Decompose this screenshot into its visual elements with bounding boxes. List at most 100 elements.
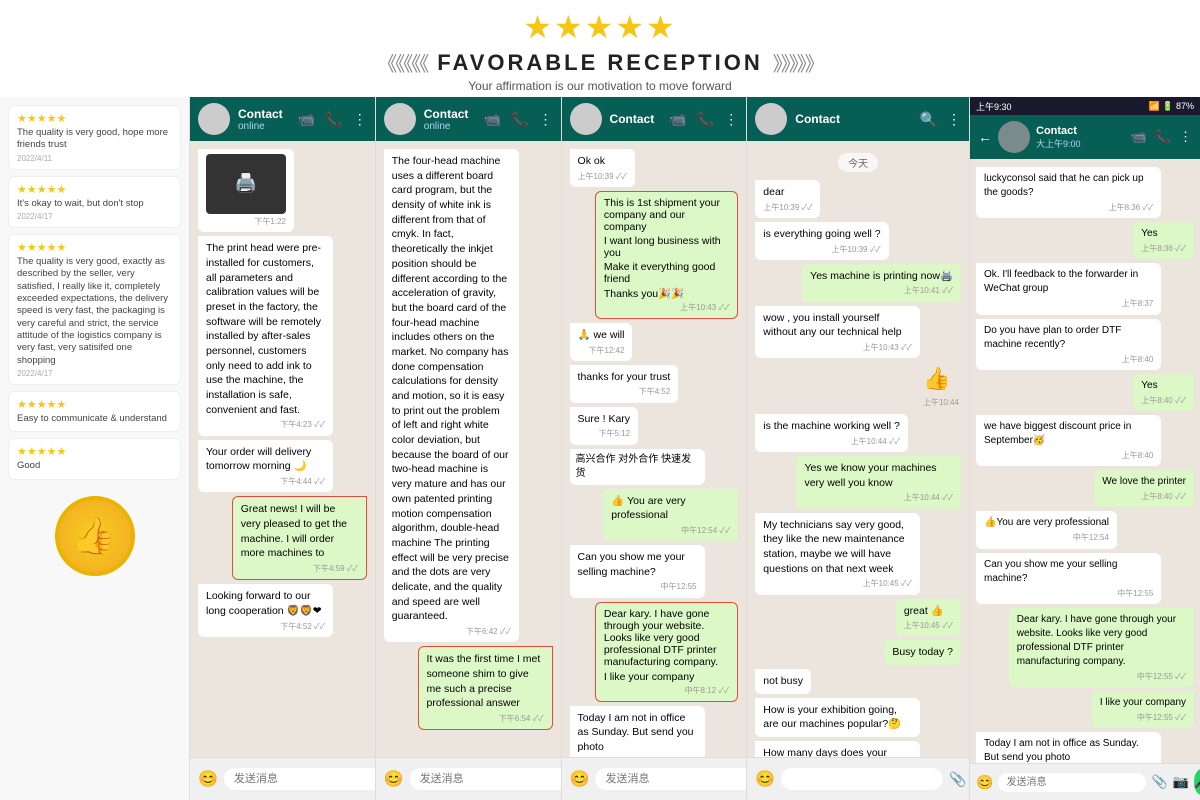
- message-text: Ok ok: [578, 155, 605, 167]
- menu-icon[interactable]: ⋮: [539, 111, 553, 128]
- contact-status: online: [238, 121, 290, 132]
- back-icon[interactable]: ←: [978, 129, 992, 145]
- star-rating: ★★★★★: [0, 8, 1200, 46]
- message-bubble: Ok. I'll feedback to the forwarder in We…: [976, 263, 1161, 314]
- menu-icon[interactable]: ⋮: [353, 111, 367, 128]
- message-input[interactable]: [410, 768, 561, 790]
- send-button[interactable]: 🎤: [1194, 769, 1200, 795]
- video-icon[interactable]: 📹: [298, 111, 315, 128]
- message-text: is the machine working well ?: [763, 420, 900, 432]
- message-text: Busy today ?: [892, 646, 953, 658]
- message-text: How is your exhibition going, are our ma…: [763, 704, 901, 731]
- review-item: ★★★★★ Easy to communicate & understand: [8, 391, 181, 432]
- call-icon[interactable]: 📞: [511, 111, 528, 128]
- message-bubble: Can you show me your selling machine? 中午…: [976, 553, 1161, 604]
- chat-header-info: Contact 大上午9:00: [1036, 125, 1125, 150]
- message-bubble: Today I am not in office as Sunday. But …: [570, 706, 705, 757]
- header-icons: 📹 📞 ⋮: [669, 111, 738, 128]
- emoji-icon[interactable]: 😊: [198, 769, 218, 789]
- avatar: [198, 103, 230, 135]
- message-bubble: wow , you install yourself without any o…: [755, 306, 920, 359]
- emoji-icon[interactable]: 😊: [570, 769, 590, 789]
- message-text: Can you show me your selling machine?: [578, 551, 685, 578]
- message-text: dear: [763, 186, 784, 198]
- message-input[interactable]: [595, 768, 746, 790]
- chat-header-4: Contact 🔍 ⋮: [747, 97, 969, 141]
- attach-icon[interactable]: 📎: [1151, 774, 1167, 790]
- message-input[interactable]: [998, 773, 1146, 792]
- message-bubble: Sure ! Kary 下午5:12: [570, 407, 639, 445]
- chat-header-info: Contact online: [238, 107, 290, 132]
- chat-header-info: Contact online: [424, 107, 476, 132]
- message-text: luckyconsol said that he can pick up the…: [984, 173, 1144, 198]
- message-text: How many days does your exhibition last?: [763, 747, 887, 757]
- chat-input-area: 😊 📎 📷 🎤: [562, 757, 747, 800]
- message-input[interactable]: [781, 768, 943, 790]
- subtitle: Your affirmation is our motivation to mo…: [0, 79, 1200, 93]
- message-bubble: 🙏 we will 下午12:42: [570, 323, 633, 361]
- review-item: ★★★★★ The quality is very good, exactly …: [8, 234, 181, 385]
- message-text: Your order will delivery tomorrow mornin…: [206, 446, 311, 473]
- message-text: The four-head machine uses a different b…: [392, 155, 509, 622]
- message-text: not busy: [763, 675, 803, 687]
- menu-icon[interactable]: ⋮: [947, 111, 961, 128]
- last-seen: 大上午9:00: [1036, 137, 1125, 150]
- video-icon[interactable]: 📹: [1131, 129, 1147, 145]
- message-text: wow , you install yourself without any o…: [763, 312, 901, 339]
- left-arrows: 《《《《《: [377, 48, 427, 77]
- call-icon[interactable]: 📞: [697, 111, 714, 128]
- menu-icon[interactable]: ⋮: [724, 111, 738, 128]
- message-text: Great news! I will be very pleased to ge…: [241, 503, 347, 559]
- message-text: Today I am not in office as Sunday. But …: [578, 712, 694, 753]
- message-bubble: Do you have plan to order DTF machine re…: [976, 319, 1161, 370]
- message-bubble: Looking forward to our long cooperation …: [198, 584, 333, 637]
- chat-column-4: Contact 🔍 ⋮ 今天 dear 上午10:39 ✓✓ is everyt…: [747, 97, 970, 800]
- video-icon[interactable]: 📹: [484, 111, 501, 128]
- contact-name: Contact: [424, 107, 476, 121]
- message-bubble: Your order will delivery tomorrow mornin…: [198, 440, 333, 493]
- message-bubble: Yes we know your machines very well you …: [796, 456, 961, 509]
- camera-icon[interactable]: 📷: [1173, 774, 1189, 790]
- message-text: Ok. I'll feedback to the forwarder in We…: [984, 269, 1138, 294]
- message-bubble: Ok ok 上午10:39 ✓✓: [570, 149, 635, 187]
- contact-status: online: [424, 121, 476, 132]
- chat-column-3: Contact 📹 📞 ⋮ Ok ok 上午10:39 ✓✓ This is 1…: [562, 97, 748, 800]
- reviews-column: ★★★★★ The quality is very good, hope mor…: [0, 97, 190, 800]
- call-icon[interactable]: 📞: [325, 111, 342, 128]
- message-bubble: Busy today ?: [884, 640, 961, 665]
- message-text: Make it everything good friend: [604, 261, 729, 285]
- main-content: ★★★★★ The quality is very good, hope mor…: [0, 97, 1200, 800]
- header-icons: 📹 📞 ⋮: [484, 111, 553, 128]
- header-icons: 📹 📞 ⋮: [298, 111, 367, 128]
- message-bubble: is the machine working well ? 上午10:44 ✓✓: [755, 414, 908, 452]
- header-icons: 📹 📞 ⋮: [1131, 129, 1192, 145]
- message-text: 👍: [923, 366, 950, 391]
- message-text: Dear kary. I have gone through your webs…: [1017, 614, 1176, 667]
- right-chat-panel: 上午9:30 📶 🔋 87% ← Contact 大上午9:00 📹 📞 ⋮ l…: [970, 97, 1200, 800]
- message-bubble: Dear kary. I have gone through your webs…: [1009, 608, 1194, 687]
- message-bubble-highlighted: It was the first time I met someone shim…: [418, 646, 553, 730]
- message-text: we have biggest discount price in Septem…: [984, 421, 1131, 446]
- chat-messages-1: 🖨️ 下午1:22 The print head were pre-instal…: [190, 141, 375, 757]
- message-bubble: Today I am not in office as Sunday. But …: [976, 732, 1161, 763]
- emoji-icon[interactable]: 😊: [755, 769, 775, 789]
- love-printer-message: We love the printer 上午8:40 ✓✓: [1094, 470, 1194, 507]
- message-text: Dear kary. I have gone through your webs…: [604, 608, 729, 668]
- message-bubble: we have biggest discount price in Septem…: [976, 415, 1161, 466]
- chat-messages-2: The four-head machine uses a different b…: [376, 141, 561, 757]
- review-stars: ★★★★★: [17, 241, 172, 254]
- menu-icon[interactable]: ⋮: [1179, 129, 1192, 145]
- review-date: 2022/4/17: [17, 212, 172, 221]
- message-bubble-highlighted: Great news! I will be very pleased to ge…: [232, 496, 367, 580]
- call-icon[interactable]: 📞: [1155, 129, 1171, 145]
- image-thumbnail: 🖨️: [206, 154, 286, 214]
- message-text: I want long business with you: [604, 235, 729, 259]
- badge-icon: 👍: [55, 496, 135, 576]
- emoji-icon[interactable]: 😊: [976, 774, 993, 791]
- attach-icon[interactable]: 📎: [949, 771, 966, 788]
- emoji-icon[interactable]: 😊: [384, 769, 404, 789]
- action-text: 高兴合作 对外合作 快速发货: [576, 454, 692, 479]
- message-input[interactable]: [224, 768, 375, 790]
- video-icon[interactable]: 📹: [669, 111, 686, 128]
- search-icon[interactable]: 🔍: [920, 111, 937, 128]
